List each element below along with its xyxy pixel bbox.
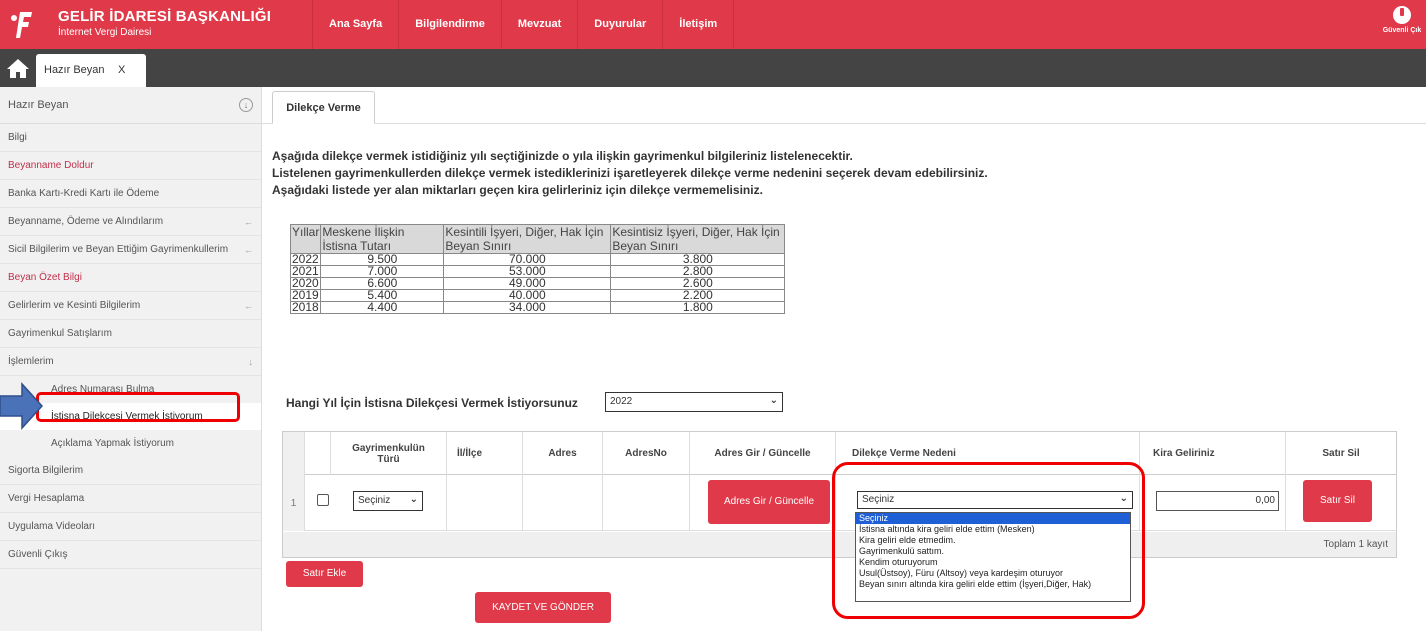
row-number: 1: [283, 475, 305, 531]
sidebar-item-gayrimenkul-satis[interactable]: Gayrimenkul Satışlarım: [0, 320, 261, 348]
highlight-box-dropdown: [832, 462, 1145, 619]
sidebar-header[interactable]: Hazır Beyan ↓: [0, 87, 261, 124]
grid-col-adres-gir: Adres Gir / Güncelle: [690, 432, 836, 475]
year-select[interactable]: 2022 ⌄: [605, 392, 783, 412]
nav-duyurular[interactable]: Duyurular: [577, 0, 662, 49]
sidebar-item-videolar[interactable]: Uygulama Videoları: [0, 513, 261, 541]
grid-col-checkbox: [305, 432, 331, 475]
chevron-down-icon: ⌄: [769, 395, 778, 406]
grid-col-type: Gayrimenkulün Türü: [331, 432, 447, 475]
cell-value: 1.800: [610, 301, 786, 314]
arrow-down-icon: ↓: [248, 357, 254, 367]
sidebar-item-bilgi[interactable]: Bilgi: [0, 124, 261, 152]
sidebar-item-label: Beyanname, Ödeme ve Alındılarım: [8, 216, 164, 227]
il-ilce-cell: [447, 475, 523, 531]
row-checkbox[interactable]: [317, 494, 329, 506]
grid-col-satir-sil: Satır Sil: [1322, 448, 1360, 459]
arrow-left-icon: ←: [244, 217, 253, 227]
sidebar-item-islemlerim[interactable]: İşlemlerim ↓: [0, 348, 261, 376]
row-checkbox-cell: [305, 475, 331, 531]
close-tab-icon[interactable]: X: [118, 64, 125, 76]
limits-table: Yıllar Meskene İlişkin İstisna Tutarı Ke…: [289, 224, 786, 314]
sidebar-item-beyan-ozet[interactable]: Beyan Özet Bilgi: [0, 264, 261, 292]
sidebar: Hazır Beyan ↓ Bilgi Beyanname Doldur Ban…: [0, 87, 262, 631]
pointer-arrow-icon: [0, 382, 44, 430]
sidebar-item-kart-odeme[interactable]: Banka Kartı-Kredi Kartı ile Ödeme: [0, 180, 261, 208]
arrow-left-icon: ←: [244, 301, 253, 311]
submit-button[interactable]: KAYDET VE GÖNDER: [475, 592, 611, 623]
nav-bilgilendirme[interactable]: Bilgilendirme: [398, 0, 501, 49]
adresno-cell: [603, 475, 690, 531]
nav-mevzuat[interactable]: Mevzuat: [500, 0, 577, 49]
th-kesintili: Kesintili İşyeri, Diğer, Hak İçin Beyan …: [443, 224, 612, 254]
year-select-value: 2022: [610, 396, 633, 407]
sidebar-item-vergi-hesaplama[interactable]: Vergi Hesaplama: [0, 485, 261, 513]
sidebar-item-gelirlerim[interactable]: Gelirlerim ve Kesinti Bilgilerim ←: [0, 292, 261, 320]
intro-text: Aşağıda dilekçe vermek istidiğiniz yılı …: [272, 148, 988, 199]
property-type-select[interactable]: Seçiniz ⌄: [353, 491, 423, 511]
sidebar-item-beyanname-doldur[interactable]: Beyanname Doldur: [0, 152, 261, 180]
sidebar-item-label: Gelirlerim ve Kesinti Bilgilerim: [8, 300, 141, 311]
intro-line: Aşağıda dilekçe vermek istidiğiniz yılı …: [272, 149, 853, 163]
sidebar-item-guvenli-cikis[interactable]: Güvenli Çıkış: [0, 541, 261, 569]
add-row-button[interactable]: Satır Ekle: [286, 561, 363, 587]
nav-ana-sayfa[interactable]: Ana Sayfa: [312, 0, 398, 49]
satir-sil-button[interactable]: Satır Sil: [1303, 480, 1372, 522]
org-title: GELİR İDARESİ BAŞKANLIĞI: [58, 8, 272, 25]
sidebar-item-label: İşlemlerim: [8, 356, 54, 367]
nav-iletisim[interactable]: İletişim: [662, 0, 735, 49]
th-yillar: Yıllar: [289, 224, 322, 254]
adres-gir-button[interactable]: Adres Gir / Güncelle: [708, 480, 830, 524]
sidebar-item-beyanname-odeme[interactable]: Beyanname, Ödeme ve Alındılarım ←: [0, 208, 261, 236]
grid-col-il-ilce: İl/İlçe: [447, 432, 523, 475]
sidebar-item-sicil[interactable]: Sicil Bilgilerim ve Beyan Ettiğim Gayrim…: [0, 236, 261, 264]
secure-exit-label: Güvenli Çık: [1382, 27, 1422, 34]
sidebar-subitem-aciklama[interactable]: Açıklama Yapmak İstiyorum: [0, 430, 261, 457]
home-icon[interactable]: [5, 55, 31, 81]
grid-col-kira: Kira Geliriniz: [1140, 432, 1286, 475]
collapse-icon[interactable]: ↓: [239, 98, 253, 112]
sidebar-item-sigorta[interactable]: Sigorta Bilgilerim: [0, 457, 261, 485]
tab-divider: [262, 123, 1426, 124]
gib-logo: [6, 6, 40, 42]
th-kesintisiz: Kesintisiz İşyeri, Diğer, Hak İçin Beyan…: [610, 224, 786, 254]
cell-year: 2018: [289, 301, 322, 314]
grid-col-adres: Adres: [523, 432, 603, 475]
document-tab-bar: Hazır Beyan X: [0, 49, 1426, 87]
cell-value: 4.400: [320, 301, 445, 314]
year-question-label: Hangi Yıl İçin İstisna Dilekçesi Vermek …: [286, 396, 578, 410]
org-subtitle: İnternet Vergi Dairesi: [58, 27, 152, 38]
grid-col-adresno: AdresNo: [603, 432, 690, 475]
table-header-row: Yıllar Meskene İlişkin İstisna Tutarı Ke…: [289, 224, 786, 254]
sidebar-item-label: Sicil Bilgilerim ve Beyan Ettiğim Gayrim…: [8, 244, 229, 255]
secure-exit-button[interactable]: Güvenli Çık: [1382, 4, 1422, 44]
tab-hazir-beyan[interactable]: Hazır Beyan X: [36, 54, 146, 87]
highlight-box-istisna: [36, 392, 240, 422]
cell-value: 34.000: [443, 301, 612, 314]
adres-cell: [523, 475, 603, 531]
top-header: GELİR İDARESİ BAŞKANLIĞI İnternet Vergi …: [0, 0, 1426, 49]
tab-label: Hazır Beyan: [44, 64, 105, 76]
top-navigation: Ana Sayfa Bilgilendirme Mevzuat Duyurula…: [312, 0, 735, 49]
intro-line: Listelenen gayrimenkullerden dilekçe ver…: [272, 166, 988, 180]
intro-line: Aşağıdaki listede yer alan miktarları ge…: [272, 183, 763, 197]
tab-dilekce-verme[interactable]: Dilekçe Verme: [272, 91, 375, 124]
th-mesken: Meskene İlişkin İstisna Tutarı: [320, 224, 445, 254]
chevron-down-icon: ⌄: [409, 494, 418, 505]
power-icon: [1393, 6, 1411, 24]
table-row: 2018 4.400 34.000 1.800: [289, 301, 786, 314]
kira-input[interactable]: 0,00: [1156, 491, 1279, 511]
grid-col-rownum: [283, 432, 305, 475]
property-type-value: Seçiniz: [358, 495, 391, 506]
total-records: Toplam 1 kayıt: [1323, 539, 1388, 550]
arrow-left-icon: ←: [244, 245, 253, 255]
sidebar-title: Hazır Beyan: [8, 99, 69, 111]
